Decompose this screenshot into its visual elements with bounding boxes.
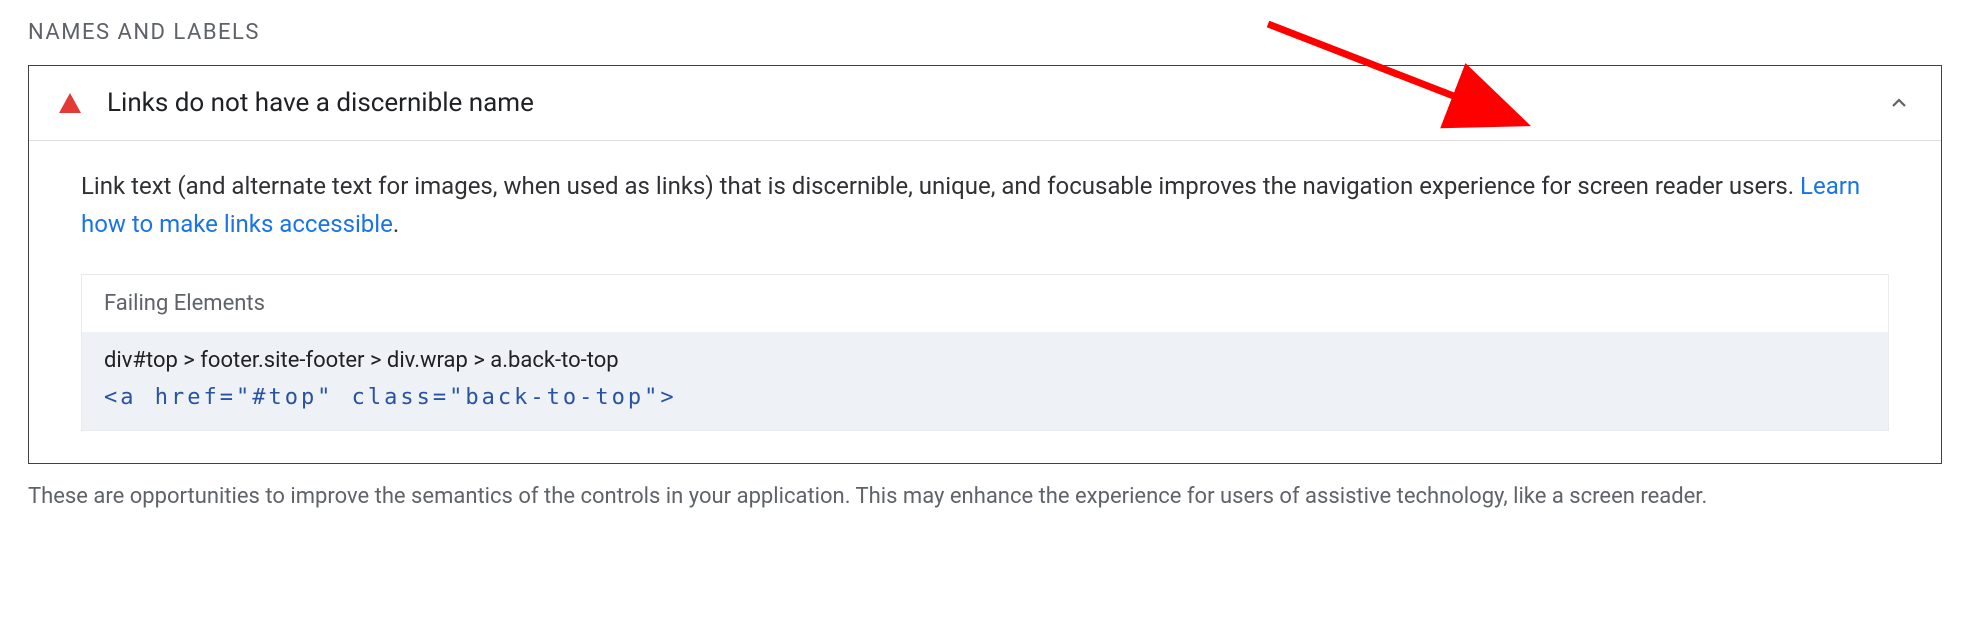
description-period: . — [393, 210, 399, 238]
audit-description: Link text (and alternate text for images… — [81, 167, 1889, 244]
failing-elements-body: div#top > footer.site-footer > div.wrap … — [82, 332, 1888, 430]
footer-note: These are opportunities to improve the s… — [28, 480, 1942, 513]
audit-header[interactable]: Links do not have a discernible name — [29, 66, 1941, 141]
failing-elements-header: Failing Elements — [82, 275, 1888, 332]
audit-title: Links do not have a discernible name — [107, 88, 1887, 118]
failing-selector-path: div#top > footer.site-footer > div.wrap … — [104, 348, 1866, 373]
audit-card: Links do not have a discernible name Lin… — [28, 65, 1942, 464]
failing-elements-box: Failing Elements div#top > footer.site-f… — [81, 274, 1889, 431]
failing-code-snippet: <a href="#top" class="back-to-top"> — [104, 385, 1866, 410]
section-header: NAMES AND LABELS — [28, 20, 1942, 45]
audit-body: Link text (and alternate text for images… — [29, 141, 1941, 463]
description-text: Link text (and alternate text for images… — [81, 172, 1800, 200]
chevron-up-icon[interactable] — [1887, 91, 1911, 115]
error-triangle-icon — [59, 93, 81, 113]
